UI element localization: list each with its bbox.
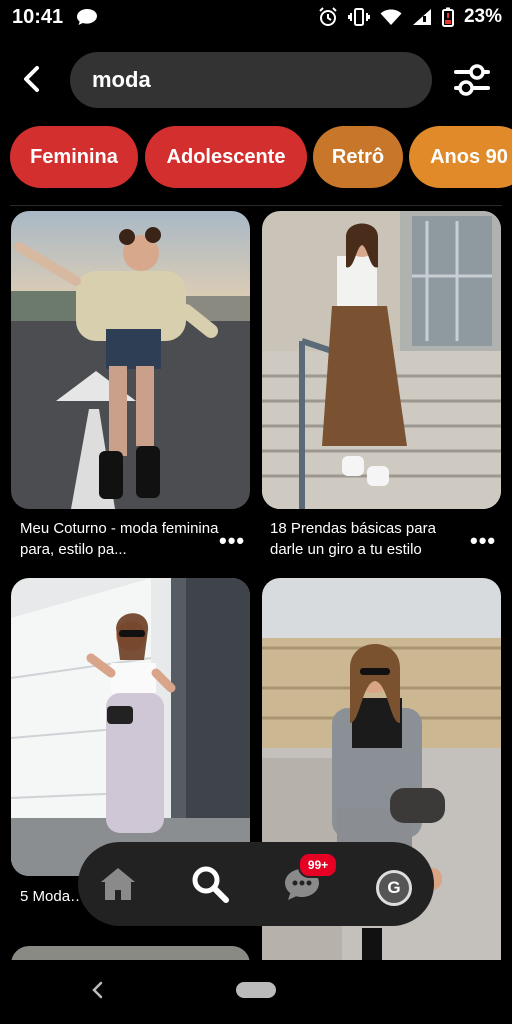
- chip-adolescente[interactable]: Adolescente: [145, 126, 307, 188]
- pin-image-3[interactable]: [11, 578, 250, 876]
- system-back-icon[interactable]: [88, 980, 108, 1000]
- battery-icon: [441, 7, 454, 27]
- pin-image-1[interactable]: [11, 211, 250, 509]
- pin-caption-2[interactable]: 18 Prendas básicas para darle un giro a …: [270, 518, 470, 560]
- chip-feminina[interactable]: Feminina: [10, 126, 138, 188]
- status-bar: 10:41 23%: [0, 0, 512, 36]
- filter-sliders-icon[interactable]: [452, 62, 492, 98]
- search-header: moda: [0, 50, 512, 110]
- home-icon[interactable]: [98, 864, 138, 904]
- profile-avatar[interactable]: G: [376, 870, 412, 906]
- chip-anos-90[interactable]: Anos 90: [409, 126, 512, 188]
- notification-badge: 99+: [298, 852, 338, 878]
- pin-photo-1: [11, 211, 250, 509]
- back-arrow-icon[interactable]: [18, 64, 48, 94]
- search-query: moda: [92, 67, 151, 92]
- wifi-icon: [380, 9, 402, 25]
- chat-bubble-icon: [77, 9, 97, 25]
- chip-retro[interactable]: Retrô: [313, 126, 403, 188]
- divider: [10, 205, 502, 206]
- signal-icon: [412, 9, 431, 25]
- suggestion-chips: Feminina Adolescente Retrô Anos 90: [10, 126, 512, 188]
- search-input[interactable]: moda: [70, 52, 432, 108]
- search-icon[interactable]: [190, 864, 230, 904]
- system-home-button[interactable]: [236, 982, 276, 998]
- system-navigation-bar: [0, 960, 512, 1024]
- more-options-icon[interactable]: •••: [470, 528, 496, 554]
- vibrate-icon: [347, 8, 370, 26]
- more-options-icon[interactable]: •••: [219, 528, 245, 554]
- bottom-navigation: 99+ G: [78, 842, 434, 926]
- status-time: 10:41: [12, 6, 64, 28]
- battery-percent: 23%: [463, 6, 502, 27]
- pin-photo-3: [11, 578, 250, 876]
- alarm-icon: [319, 7, 337, 26]
- pin-image-2[interactable]: [262, 211, 501, 509]
- pin-caption-1[interactable]: Meu Coturno - moda feminina para, estilo…: [20, 518, 220, 560]
- pin-photo-2: [262, 211, 501, 509]
